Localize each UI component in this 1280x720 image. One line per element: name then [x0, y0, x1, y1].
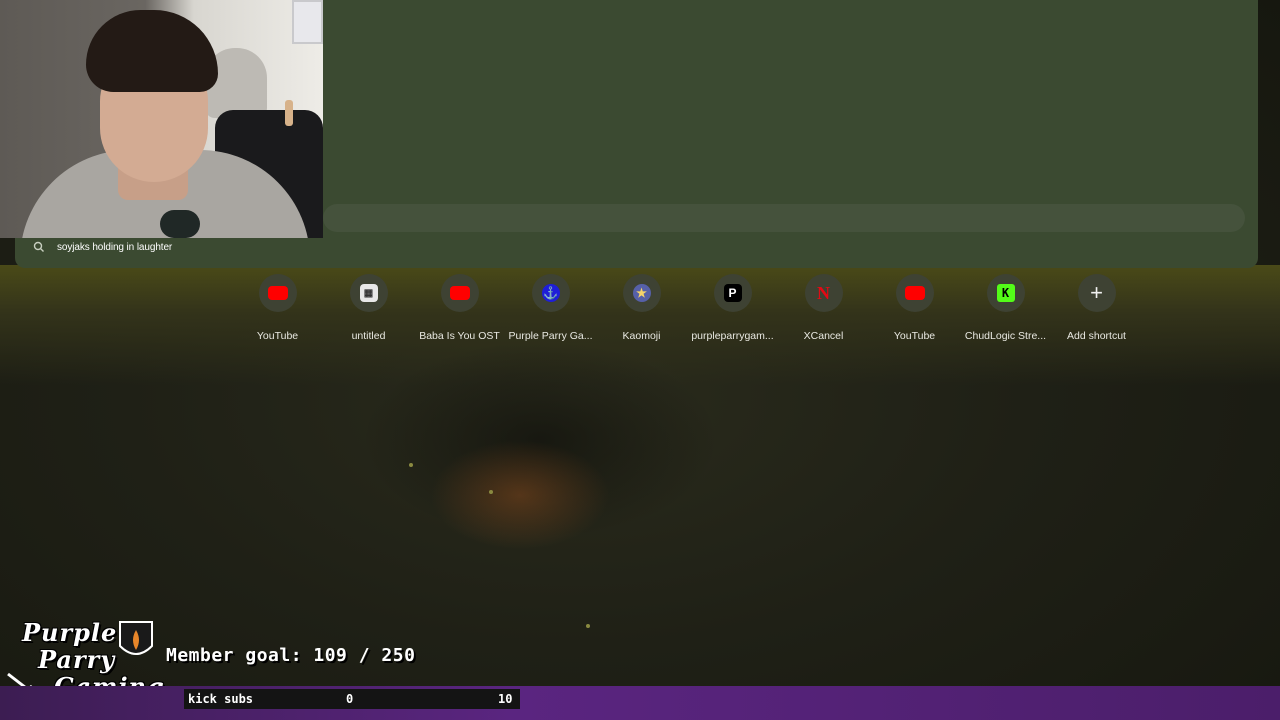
- subs-current: 0: [346, 692, 354, 706]
- shortcut-label: Kaomoji: [622, 330, 661, 342]
- shortcut-label: Add shortcut: [1067, 330, 1126, 342]
- plus-icon: +: [1090, 280, 1103, 305]
- youtube-icon: [449, 286, 470, 300]
- wallpaper-blur: [430, 440, 610, 550]
- logo-line: Purple: [22, 618, 118, 647]
- shortcut-patreon[interactable]: P purpleparrygam...: [687, 272, 778, 342]
- shortcut-youtube-2[interactable]: YouTube: [869, 272, 960, 342]
- shortcut-icon-bg: K: [986, 274, 1025, 312]
- shortcut-icon-bg: ⚓: [531, 274, 570, 312]
- subs-label: kick subs: [188, 692, 254, 706]
- add-shortcut-button[interactable]: + Add shortcut: [1051, 272, 1142, 342]
- kaomoji-icon: ★: [632, 284, 651, 302]
- shortcut-icon-bg: +: [1077, 274, 1116, 312]
- shortcut-icon-bg: ▦: [349, 274, 388, 312]
- shortcut-baba-is-you[interactable]: Baba Is You OST: [414, 272, 505, 342]
- shortcut-label: YouTube: [893, 330, 936, 342]
- shortcut-untitled[interactable]: ▦ untitled: [323, 272, 414, 342]
- shortcut-icon-bg: P: [713, 274, 752, 312]
- purple-parry-icon: ⚓: [541, 284, 560, 302]
- search-icon: [33, 241, 44, 252]
- microphone: [160, 210, 200, 238]
- wallpaper-dot: [489, 490, 493, 494]
- shortcut-chudlogic[interactable]: K ChudLogic Stre...: [960, 272, 1051, 342]
- wall-poster: [292, 0, 323, 44]
- document-icon: ▦: [359, 284, 378, 302]
- shortcut-label: Baba Is You OST: [419, 330, 500, 342]
- webcam-feed: [0, 0, 323, 238]
- shortcut-label: ChudLogic Stre...: [964, 330, 1047, 342]
- omnibox-input[interactable]: [323, 204, 1245, 232]
- youtube-icon: [267, 286, 288, 300]
- suggestion-text: soyjaks holding in laughter: [57, 241, 173, 253]
- shortcut-icon-bg: [440, 274, 479, 312]
- wallpaper-dot: [586, 624, 590, 628]
- shortcut-label: YouTube: [256, 330, 299, 342]
- member-goal-text: Member goal: 109 / 250: [166, 645, 416, 666]
- youtube-icon: [904, 286, 925, 300]
- shortcut-icon-bg: ★: [622, 274, 661, 312]
- shortcut-purple-parry[interactable]: ⚓ Purple Parry Ga...: [505, 272, 596, 342]
- shortcut-label: Purple Parry Ga...: [508, 330, 593, 342]
- subs-max: 10: [498, 692, 513, 706]
- shortcut-xcancel[interactable]: N XCancel: [778, 272, 869, 342]
- shortcut-kaomoji[interactable]: ★ Kaomoji: [596, 272, 687, 342]
- shortcut-icon-bg: N: [804, 274, 843, 312]
- shortcut-label: XCancel: [803, 330, 844, 342]
- logo-line: Parry: [38, 645, 116, 674]
- shortcut-icon-bg: [258, 274, 297, 312]
- shortcut-label: untitled: [351, 330, 386, 342]
- wallpaper-dot: [409, 463, 413, 467]
- omnibox-suggestion[interactable]: soyjaks holding in laughter: [15, 236, 1258, 258]
- shortcut-label: purpleparrygam...: [691, 330, 774, 342]
- patreon-icon: P: [723, 284, 742, 302]
- shortcut-tiles: YouTube ▦ untitled Baba Is You OST ⚓ Pur…: [232, 272, 1142, 342]
- desk-figurine: [285, 100, 293, 126]
- n-logo-icon: N: [817, 282, 830, 303]
- shortcut-youtube[interactable]: YouTube: [232, 272, 323, 342]
- kick-icon: K: [996, 284, 1015, 302]
- streamer-hair: [86, 10, 218, 92]
- shortcut-icon-bg: [895, 274, 934, 312]
